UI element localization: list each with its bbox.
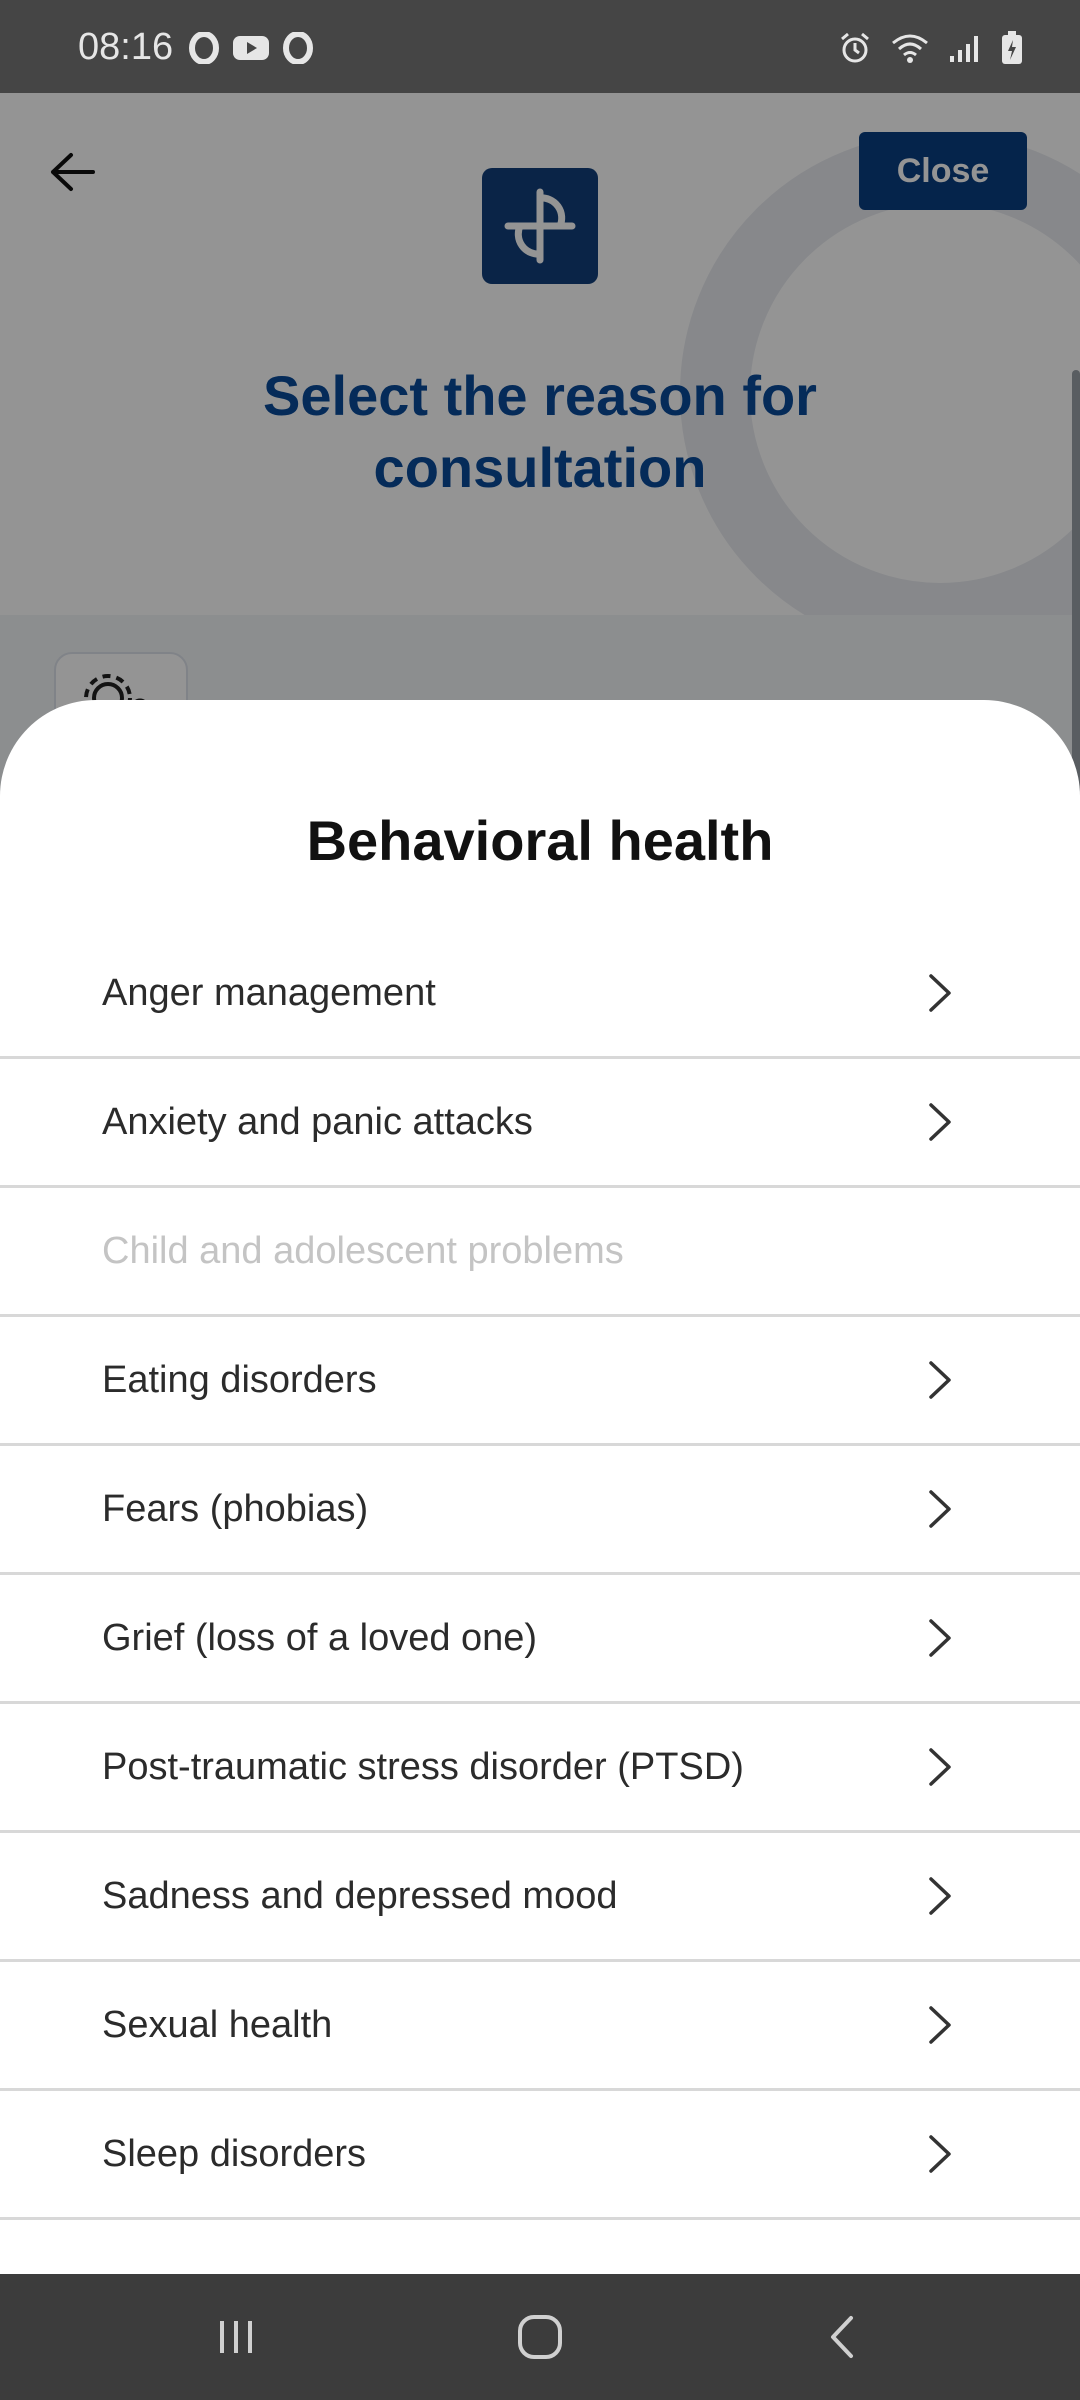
reason-list: Anger management Anxiety and panic attac… xyxy=(0,930,1080,2220)
chevron-left-icon xyxy=(831,2316,853,2358)
list-item-fears[interactable]: Fears (phobias) xyxy=(0,1446,1080,1575)
opera-icon xyxy=(189,32,219,64)
home-icon xyxy=(518,2315,562,2359)
list-item-label: Anxiety and panic attacks xyxy=(102,1100,533,1143)
chevron-right-icon xyxy=(918,1745,962,1789)
opera-icon xyxy=(283,32,313,64)
list-item-label: Post-traumatic stress disorder (PTSD) xyxy=(102,1745,744,1788)
wifi-icon xyxy=(892,34,928,63)
list-item-anxiety[interactable]: Anxiety and panic attacks xyxy=(0,1059,1080,1188)
list-item-ptsd[interactable]: Post-traumatic stress disorder (PTSD) xyxy=(0,1704,1080,1833)
list-item-label: Sexual health xyxy=(102,2003,333,2046)
list-item-label: Child and adolescent problems xyxy=(102,1229,624,1272)
chevron-right-icon xyxy=(918,1100,962,1144)
list-item-label: Fears (phobias) xyxy=(102,1487,369,1530)
alarm-icon xyxy=(841,32,869,63)
chevron-right-icon xyxy=(918,2132,962,2176)
chevron-right-icon xyxy=(918,971,962,1015)
home-button[interactable] xyxy=(440,2274,640,2400)
system-nav-bar xyxy=(0,2274,1080,2400)
system-icons xyxy=(838,30,1024,66)
youtube-icon xyxy=(233,36,269,60)
signal-icon xyxy=(950,36,978,62)
status-time: 08:16 xyxy=(78,26,174,68)
chevron-right-icon xyxy=(918,1358,962,1402)
nav-back-button[interactable] xyxy=(742,2274,942,2400)
list-item-eating-disorders[interactable]: Eating disorders xyxy=(0,1317,1080,1446)
list-item-sleep-disorders[interactable]: Sleep disorders xyxy=(0,2091,1080,2220)
sheet-title: Behavioral health xyxy=(306,809,774,872)
list-item-sexual-health[interactable]: Sexual health xyxy=(0,1962,1080,2091)
chevron-right-icon xyxy=(918,1487,962,1531)
list-item-anger-management[interactable]: Anger management xyxy=(0,930,1080,1059)
chevron-right-icon xyxy=(918,2003,962,2047)
list-item-label: Sadness and depressed mood xyxy=(102,1874,618,1917)
list-item-label: Grief (loss of a loved one) xyxy=(102,1616,538,1659)
recent-apps-button[interactable] xyxy=(136,2274,336,2400)
list-item-grief[interactable]: Grief (loss of a loved one) xyxy=(0,1575,1080,1704)
list-item-label: Anger management xyxy=(102,971,436,1014)
list-item-label: Sleep disorders xyxy=(102,2132,367,2175)
list-item-child-adolescent: Child and adolescent problems xyxy=(0,1188,1080,1317)
notification-icons xyxy=(188,32,314,64)
battery-charging-icon xyxy=(1002,31,1022,64)
chevron-right-icon xyxy=(918,1616,962,1660)
list-item-sadness[interactable]: Sadness and depressed mood xyxy=(0,1833,1080,1962)
status-bar: 08:16 xyxy=(0,0,1080,93)
recent-apps-icon xyxy=(220,2321,252,2353)
chevron-right-icon xyxy=(918,1874,962,1918)
list-item-label: Eating disorders xyxy=(102,1358,377,1401)
